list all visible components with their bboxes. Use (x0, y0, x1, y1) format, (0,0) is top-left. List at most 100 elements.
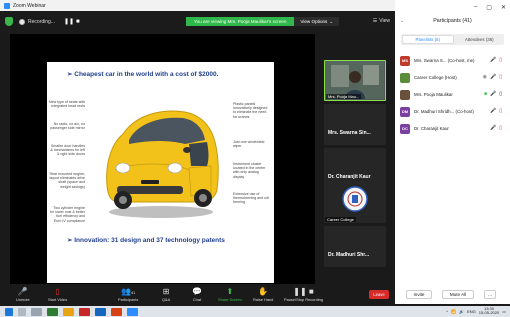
participants-tabs: Panelists (5) Attendees (36) (401, 34, 504, 45)
slide-subtitle: ➢ Innovation: 31 design and 37 technolog… (67, 237, 225, 244)
viewing-screen-message: You are viewing Mrs. Pooja Maulikar's sc… (186, 17, 295, 26)
participant-row[interactable]: Mrs. Pooja Maulikar ■ 🎤 ▯ (395, 86, 510, 103)
pause-icon[interactable]: ❚❚ (64, 19, 74, 25)
pause-stop-icon: ❚❚ ■ (293, 287, 314, 296)
qa-button[interactable]: ⊞ Q&A (162, 286, 170, 302)
video-off-icon: ▯ (499, 108, 502, 114)
mic-muted-icon: 🎤 (490, 108, 497, 114)
volume-icon[interactable]: 🔊 (459, 309, 464, 314)
invite-button[interactable]: Invite (406, 290, 432, 299)
tab-panelists[interactable]: Panelists (5) (402, 35, 454, 44)
avatar (400, 89, 410, 100)
stop-icon[interactable]: ■ (76, 19, 82, 25)
leave-button[interactable]: Leave (369, 290, 389, 299)
view-label: View (379, 18, 390, 24)
chevron-up-icon[interactable]: ^ (446, 309, 448, 314)
chat-label: Chat (192, 297, 202, 302)
share-screen-icon: ⬆ (226, 287, 234, 296)
language-indicator[interactable]: ENG (467, 309, 476, 314)
zoom-logo-icon (4, 2, 10, 9)
gallery-tile-video[interactable]: Mrs. Pooja Mau... (324, 60, 386, 101)
app-icon-office[interactable] (111, 307, 122, 316)
view-options-button[interactable]: View Options ⌄ (294, 17, 340, 26)
pause-stop-recording-button[interactable]: ❚❚ ■ Pause/Stop Recording (284, 286, 323, 302)
video-gallery: Mrs. Pooja Mau... Mrs. Swarna Sin... Dr.… (320, 58, 390, 296)
avatar (400, 72, 410, 83)
participants-button[interactable]: 👥41 Participants (118, 286, 138, 302)
more-options-button[interactable]: ... (484, 290, 496, 299)
avatar: DC (400, 123, 410, 134)
gallery-tile-logo[interactable]: Career College (324, 182, 386, 223)
participants-count: 41 (130, 290, 136, 295)
participant-list: MS Mrs. Swarna S... (Co-host, me) 🎤 ▯ Ca… (395, 52, 510, 137)
share-screen-label: Share Screen (218, 297, 242, 302)
callout-left-1: New type of seats with integrated head r… (49, 100, 85, 109)
pause-stop-label: Pause/Stop Recording (284, 297, 323, 302)
view-button[interactable]: ☰ View (373, 18, 390, 24)
callout-right-3: Instrument cluster located in the center… (233, 162, 266, 179)
mic-muted-icon: 🎤 (490, 57, 497, 63)
meeting-toolbar: 🎤 Unmute ▯ Start Video 👥41 Participants … (0, 284, 395, 306)
callout-right-2: Just one windshield wiper (233, 140, 265, 149)
car-image (89, 94, 227, 224)
file-explorer-icon[interactable] (63, 307, 74, 316)
callout-right-1: Plastic panels innovatively designed to … (233, 102, 268, 119)
participant-row[interactable]: MS Mrs. Swarna S... (Co-host, me) 🎤 ▯ (395, 52, 510, 69)
gallery-tile[interactable]: Dr. Madhuri Shr... (324, 226, 386, 267)
participants-label: Participants (118, 297, 139, 302)
search-icon[interactable] (18, 307, 26, 316)
start-video-button[interactable]: ▯ Start Video (48, 286, 67, 302)
windows-start-icon[interactable] (5, 307, 13, 316)
zoom-app-icon[interactable] (127, 307, 138, 316)
system-tray: ^ 📶 🔊 ENG 13:30 15-05-2020 ▭ (446, 306, 506, 316)
participant-name: Career College (Host) (414, 75, 457, 80)
participant-row[interactable]: DM Dr. Madhuri Shridh... (Co-host) 🎤 ▯ (395, 103, 510, 120)
chat-icon: 💬 (192, 287, 202, 296)
callout-left-5: Two cylinder engine for lower cost & bet… (50, 206, 85, 223)
hand-icon: ✋ (258, 287, 269, 296)
participant-status: 🎤 ▯ (490, 125, 502, 131)
chevron-down-icon: ⌄ (329, 18, 334, 24)
mic-muted-icon: 🎤 (17, 287, 28, 296)
app-icon-word[interactable] (95, 307, 106, 316)
clock[interactable]: 13:30 15-05-2020 (478, 306, 500, 316)
mic-muted-icon: 🎤 (490, 74, 497, 80)
gallery-tile-label: Career College (325, 217, 356, 222)
participant-name: Dr. Charanjit Kaur (414, 126, 449, 131)
callout-left-3: Smaller door handles & mechanisms for le… (50, 144, 85, 157)
network-icon[interactable]: 📶 (451, 309, 456, 314)
participant-status: 🎤 ▯ (490, 108, 502, 114)
close-icon[interactable]: ✕ (501, 4, 506, 11)
app-icon-excel[interactable] (47, 307, 58, 316)
participant-status: 🎤 ▯ (490, 57, 502, 63)
participant-status: ◉ 🎤 ▯ (483, 74, 502, 80)
slide-title: ➢ Cheapest car in the world with a cost … (67, 71, 219, 78)
security-shield-icon[interactable] (5, 17, 13, 26)
app-icon-powerpoint[interactable] (79, 307, 90, 316)
share-screen-button[interactable]: ⬆ Share Screen (218, 286, 242, 302)
window-controls: – ▢ ✕ (474, 4, 506, 11)
notifications-icon[interactable]: ▭ (502, 309, 506, 314)
participant-row[interactable]: DC Dr. Charanjit Kaur 🎤 ▯ (395, 120, 510, 137)
screen-share-icon: ■ (483, 91, 487, 97)
unmute-label: Unmute (16, 297, 30, 302)
participant-row[interactable]: Career College (Host) ◉ 🎤 ▯ (395, 69, 510, 86)
maximize-icon[interactable]: ▢ (486, 4, 492, 11)
chat-button[interactable]: 💬 Chat (192, 286, 202, 302)
gallery-tile-label: Mrs. Pooja Mau... (326, 94, 362, 99)
task-view-icon[interactable] (31, 307, 42, 316)
raise-hand-label: Raise Hand (253, 297, 274, 302)
raise-hand-button[interactable]: ✋ Raise Hand (253, 286, 273, 302)
gallery-tile[interactable]: Mrs. Swarna Sin... (324, 104, 386, 145)
unmute-button[interactable]: 🎤 Unmute (16, 286, 30, 302)
clock-date: 15-05-2020 (478, 310, 500, 316)
view-options-label: View Options (300, 19, 328, 24)
start-video-label: Start Video (48, 297, 68, 302)
callout-right-4: Extensive use of thermoforming and roll … (233, 192, 269, 205)
minimize-icon[interactable]: – (474, 4, 477, 11)
mute-all-button[interactable]: Mute All (442, 290, 474, 299)
grid-icon: ☰ (372, 18, 378, 24)
share-icon: ◉ (482, 74, 487, 80)
gallery-tile-name: Mrs. Swarna Sin... (328, 130, 371, 136)
tab-attendees[interactable]: Attendees (36) (455, 34, 505, 45)
